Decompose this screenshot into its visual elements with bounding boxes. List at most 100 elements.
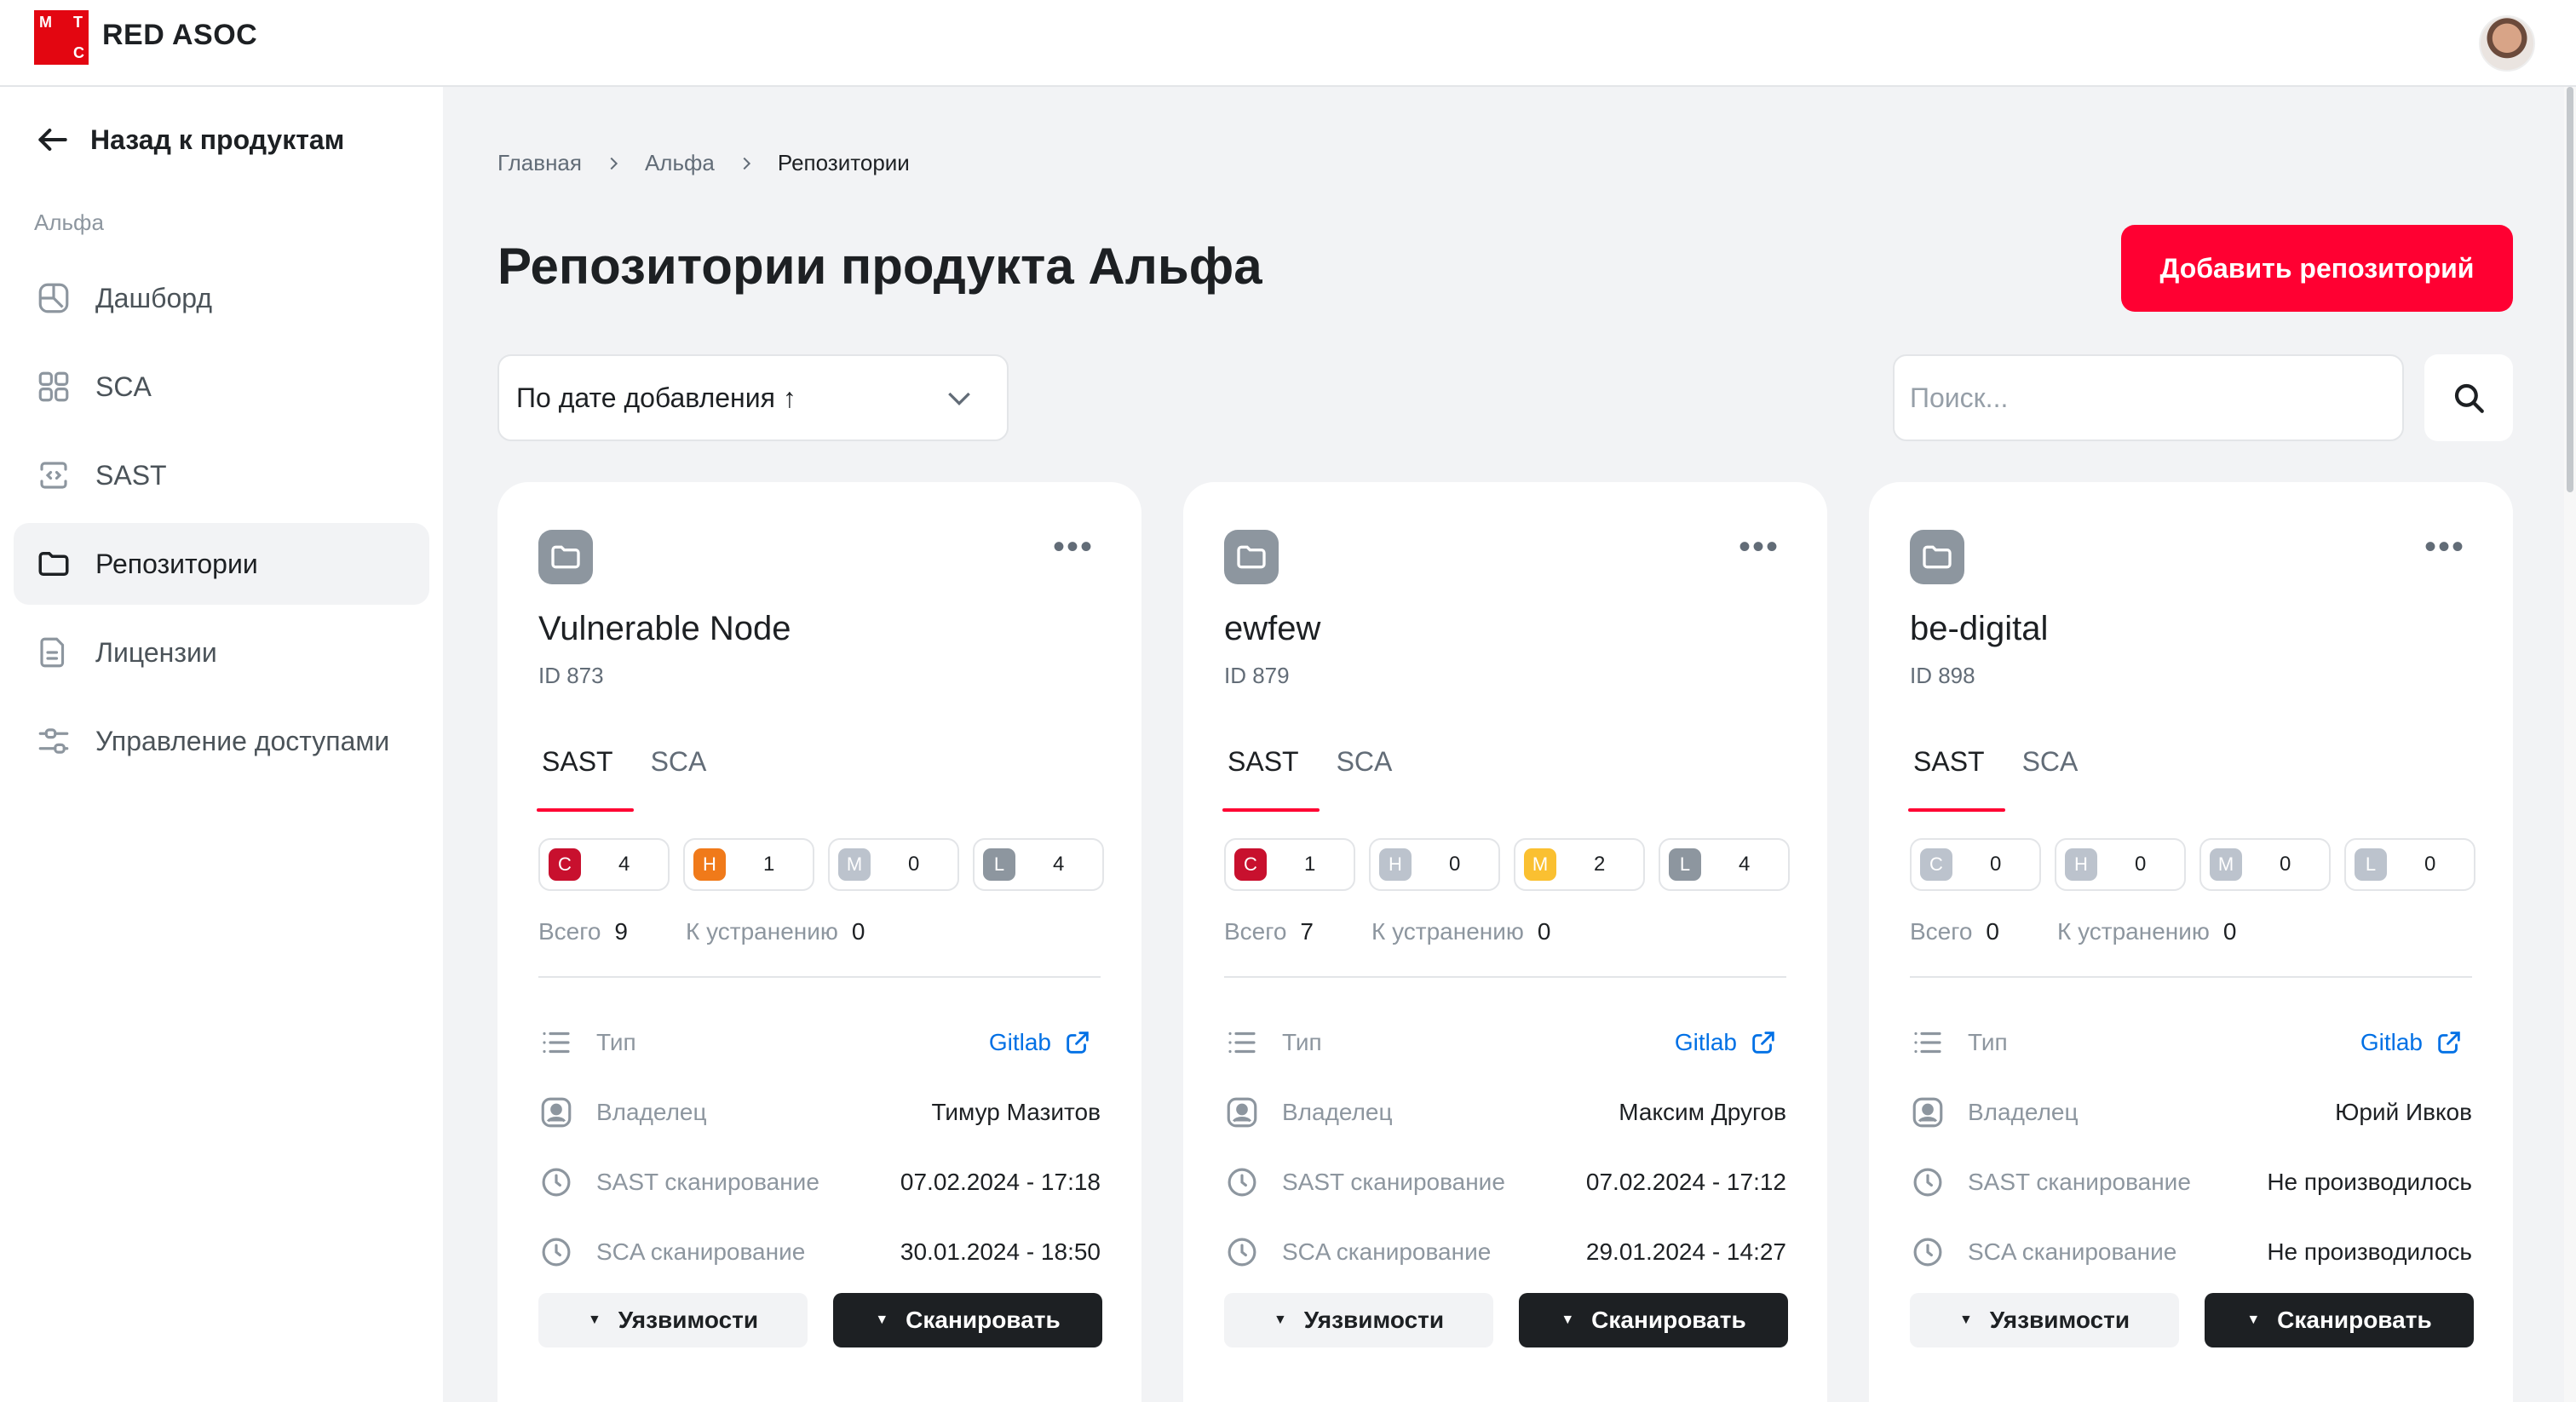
repo-name[interactable]: Vulnerable Node — [538, 610, 791, 648]
list-icon — [1228, 1031, 1256, 1054]
sast-scan-row: SAST сканирование Не производилось — [1910, 1157, 2472, 1208]
sca-scan-row: SCA сканирование 29.01.2024 - 14:27 — [1224, 1227, 1786, 1278]
scan-button[interactable]: ▼ Сканировать — [833, 1293, 1102, 1347]
gitlab-link[interactable]: Gitlab — [2360, 1028, 2464, 1057]
vulnerabilities-button[interactable]: ▼ Уязвимости — [538, 1293, 808, 1347]
page-scrollbar[interactable] — [2564, 87, 2576, 1402]
sliders-icon — [38, 728, 69, 754]
breadcrumb-current: Репозитории — [777, 150, 910, 175]
severity-level: M — [2210, 848, 2242, 881]
add-repository-button[interactable]: Добавить репозиторий — [2121, 225, 2513, 312]
vulnerabilities-button[interactable]: ▼ Уязвимости — [1224, 1293, 1493, 1347]
severity-count: 2 — [1594, 853, 1606, 876]
more-options-icon[interactable]: ••• — [1739, 530, 1780, 564]
total-label: Всего — [1910, 918, 1973, 945]
severity-badge: H 1 — [683, 838, 814, 891]
severity-level: L — [1669, 848, 1701, 881]
owner-label: Владелец — [1968, 1099, 2079, 1125]
vulnerabilities-button[interactable]: ▼ Уязвимости — [1910, 1293, 2179, 1347]
to-fix-label: К устранению — [1371, 918, 1524, 945]
search-input[interactable] — [1893, 354, 2404, 441]
caret-down-icon: ▼ — [875, 1313, 889, 1327]
sidebar-item-label: Лицензии — [95, 636, 217, 668]
severity-badges: C 1 H 0 M 2 L 4 — [1224, 838, 1790, 891]
vulnerabilities-label: Уязвимости — [1303, 1307, 1445, 1333]
severity-level: M — [838, 848, 871, 881]
severity-badges: C 4 H 1 M 0 L 4 — [538, 838, 1104, 891]
severity-level: C — [1234, 848, 1267, 881]
mts-logo[interactable]: М Т С — [34, 10, 89, 65]
to-fix-value: 0 — [851, 918, 865, 945]
sidebar-item-label: Репозитории — [95, 548, 258, 579]
logo-letter: С — [73, 44, 84, 61]
tab-sast[interactable]: SAST — [537, 746, 634, 812]
sast-scan-row: SAST сканирование 07.02.2024 - 17:12 — [1224, 1157, 1786, 1208]
sast-scan-label: SAST сканирование — [1282, 1169, 1505, 1195]
sidebar-item-licenses[interactable]: Лицензии — [14, 612, 429, 693]
severity-level: C — [549, 848, 581, 881]
severity-count: 0 — [2424, 853, 2436, 876]
sort-select[interactable]: По дате добавления ↑ — [497, 354, 1009, 441]
sidebar-item-dashboard[interactable]: Дашборд — [14, 257, 429, 339]
vulnerabilities-label: Уязвимости — [618, 1307, 759, 1333]
sast-scan-label: SAST сканирование — [1968, 1169, 2191, 1195]
tab-sca[interactable]: SCA — [647, 746, 710, 812]
scan-button[interactable]: ▼ Сканировать — [1519, 1293, 1788, 1347]
sca-scan-label: SCA сканирование — [1282, 1238, 1492, 1265]
breadcrumb-home[interactable]: Главная — [497, 150, 582, 176]
grid-icon — [38, 371, 69, 402]
tab-sca[interactable]: SCA — [2019, 746, 2082, 812]
scan-button[interactable]: ▼ Сканировать — [2205, 1293, 2474, 1347]
tab-sca[interactable]: SCA — [1333, 746, 1396, 812]
folder-icon — [38, 552, 69, 576]
severity-count: 0 — [908, 853, 920, 876]
severity-badge: L 4 — [1659, 838, 1790, 891]
breadcrumb: Главная Альфа Репозитории — [497, 150, 910, 176]
repo-name[interactable]: be-digital — [1910, 610, 2048, 648]
code-icon — [40, 462, 67, 489]
caret-down-icon: ▼ — [1958, 1313, 1973, 1327]
document-icon — [40, 637, 65, 668]
type-value: Gitlab — [1674, 1029, 1737, 1055]
sidebar-item-label: Дашборд — [95, 282, 212, 313]
repository-card[interactable]: ••• Vulnerable Node ID 873 SAST SCA C 4 … — [497, 482, 1141, 1402]
user-icon — [1912, 1097, 1943, 1128]
type-value: Gitlab — [988, 1029, 1051, 1055]
type-row: Тип Gitlab — [538, 1017, 1101, 1068]
sort-value: По дате добавления ↑ — [516, 382, 796, 413]
severity-level: L — [2355, 848, 2387, 881]
more-options-icon[interactable]: ••• — [1053, 530, 1094, 564]
severity-badge: H 0 — [1369, 838, 1500, 891]
severity-count: 1 — [763, 853, 775, 876]
search-button[interactable] — [2424, 354, 2513, 441]
back-to-products-link[interactable]: Назад к продуктам — [34, 121, 344, 158]
brand-name[interactable]: RED ASOC — [102, 19, 257, 52]
sidebar-item-sca[interactable]: SCA — [14, 346, 429, 428]
repository-card[interactable]: ••• be-digital ID 898 SAST SCA C 0 H 0 M… — [1869, 482, 2513, 1402]
gitlab-link[interactable]: Gitlab — [1675, 1028, 1778, 1057]
gitlab-link[interactable]: Gitlab — [989, 1028, 1092, 1057]
repository-card[interactable]: ••• ewfew ID 879 SAST SCA C 1 H 0 M 2 L … — [1183, 482, 1827, 1402]
more-options-icon[interactable]: ••• — [2424, 530, 2465, 564]
clock-icon — [1913, 1168, 1942, 1197]
clock-icon — [1913, 1238, 1942, 1267]
type-label: Тип — [1968, 1029, 2008, 1055]
tab-sast[interactable]: SAST — [1908, 746, 2005, 812]
sidebar-item-access-management[interactable]: Управление доступами — [14, 700, 429, 782]
user-avatar[interactable] — [2479, 15, 2535, 72]
repo-name[interactable]: ewfew — [1224, 610, 1320, 648]
scrollbar-thumb[interactable] — [2567, 87, 2573, 492]
type-value: Gitlab — [2360, 1029, 2423, 1055]
repo-tabs: SAST SCA — [537, 746, 740, 812]
sca-scan-label: SCA сканирование — [1968, 1238, 2177, 1265]
top-bar: М Т С RED ASOC — [0, 0, 2576, 87]
total-label: Всего — [538, 918, 601, 945]
severity-level: H — [1379, 848, 1412, 881]
breadcrumb-product[interactable]: Альфа — [645, 150, 715, 176]
repo-folder-icon — [1910, 530, 1964, 584]
sidebar-item-repositories[interactable]: Репозитории — [14, 523, 429, 605]
sidebar-item-sast[interactable]: SAST — [14, 434, 429, 516]
tab-sast[interactable]: SAST — [1222, 746, 1320, 812]
owner-row: Владелец Максим Другов — [1224, 1087, 1786, 1138]
sidebar-nav: Дашборд SCA SAST Репозитории Лицензии Уп… — [14, 257, 429, 789]
